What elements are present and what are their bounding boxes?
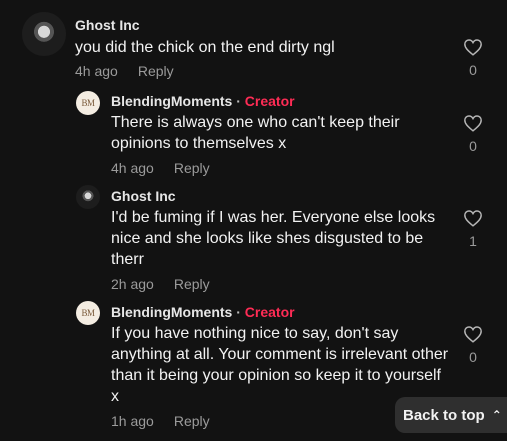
- comment-meta: 4h ago Reply: [75, 63, 174, 79]
- like-count: 0: [469, 349, 477, 365]
- reply-item: BM BlendingMoments · Creator There is al…: [0, 90, 507, 185]
- avatar-initials: BM: [81, 98, 95, 108]
- avatar-initials: BM: [81, 308, 95, 318]
- reply-item: Ghost Inc I'd be fuming if I was her. Ev…: [0, 185, 507, 300]
- separator-dot: ·: [236, 93, 241, 109]
- reply-button[interactable]: Reply: [174, 276, 210, 292]
- heart-icon: [464, 326, 482, 343]
- reply-button[interactable]: Reply: [174, 160, 210, 176]
- comment-username[interactable]: Ghost Inc: [75, 17, 140, 33]
- comment-text: If you have nothing nice to say, don't s…: [111, 325, 449, 405]
- creator-badge: Creator: [244, 304, 295, 320]
- bm-avatar[interactable]: BM: [76, 301, 100, 325]
- comment-username: BlendingMoments · Creator: [111, 304, 295, 320]
- username-label[interactable]: BlendingMoments: [111, 304, 232, 320]
- separator-dot: ·: [236, 304, 241, 320]
- username-label[interactable]: BlendingMoments: [111, 93, 232, 109]
- heart-icon: [464, 115, 482, 132]
- username-label[interactable]: Ghost Inc: [75, 17, 140, 33]
- like-count: 1: [469, 233, 477, 249]
- like-button[interactable]: 0: [462, 325, 484, 365]
- heart-icon: [464, 210, 482, 227]
- chevron-up-icon: ⌃: [491, 408, 502, 422]
- bm-avatar[interactable]: BM: [76, 91, 100, 115]
- comment-meta: 1h ago Reply: [111, 413, 210, 429]
- comment-username: BlendingMoments · Creator: [111, 93, 295, 109]
- back-to-top-button[interactable]: Back to top ⌃: [395, 397, 507, 433]
- back-to-top-label: Back to top: [403, 406, 485, 424]
- comment-time: 2h ago: [111, 276, 154, 292]
- username-label[interactable]: Ghost Inc: [111, 188, 176, 204]
- like-button[interactable]: 0: [462, 38, 484, 78]
- heart-icon: [464, 39, 482, 56]
- comment-item: Ghost Inc you did the chick on the end d…: [0, 0, 507, 90]
- like-button[interactable]: 0: [462, 114, 484, 154]
- comment-meta: 4h ago Reply: [111, 160, 210, 176]
- comment-text: you did the chick on the end dirty ngl: [75, 39, 335, 56]
- comment-meta: 2h ago Reply: [111, 276, 210, 292]
- ghost-avatar[interactable]: [22, 12, 66, 56]
- comment-text: There is always one who can't keep their…: [111, 114, 400, 152]
- like-count: 0: [469, 62, 477, 78]
- like-count: 0: [469, 138, 477, 154]
- reply-button[interactable]: Reply: [138, 63, 174, 79]
- reply-button[interactable]: Reply: [174, 413, 210, 429]
- creator-badge: Creator: [244, 93, 295, 109]
- like-button[interactable]: 1: [462, 209, 484, 249]
- ghost-avatar[interactable]: [76, 185, 100, 209]
- comment-username: Ghost Inc: [111, 188, 176, 204]
- comment-time: 4h ago: [111, 160, 154, 176]
- comments-panel: Ghost Inc you did the chick on the end d…: [0, 0, 507, 441]
- comment-time: 4h ago: [75, 63, 118, 79]
- comment-text: I'd be fuming if I was her. Everyone els…: [111, 209, 436, 268]
- comment-time: 1h ago: [111, 413, 154, 429]
